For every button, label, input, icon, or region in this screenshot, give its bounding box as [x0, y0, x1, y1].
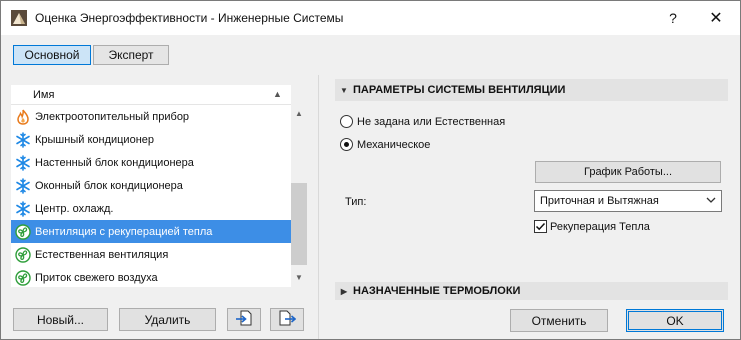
list-item[interactable]: Приток свежего воздуха: [11, 266, 291, 289]
new-button-label: Новый...: [36, 312, 85, 327]
snowflake-icon: [15, 200, 31, 217]
close-button[interactable]: ✕: [696, 1, 736, 35]
type-label: Тип:: [345, 196, 367, 208]
scroll-up-icon[interactable]: ▲: [291, 105, 307, 121]
radio-mechanical[interactable]: Механическое: [340, 138, 430, 151]
thermal-blocks-section-header[interactable]: ▶ НАЗНАЧЕННЫЕ ТЕРМОБЛОКИ: [335, 282, 728, 300]
fan-icon: [15, 269, 31, 286]
list-item[interactable]: Естественная вентиляция: [11, 243, 291, 266]
list-header-name: Имя: [33, 89, 55, 101]
radio-mechanical-label: Механическое: [357, 138, 431, 151]
ventilation-section-header[interactable]: ▼ ПАРАМЕТРЫ СИСТЕМЫ ВЕНТИЛЯЦИИ: [335, 79, 728, 101]
expand-right-icon: ▶: [340, 286, 348, 296]
list-item-label: Приток свежего воздуха: [35, 271, 158, 284]
schedule-button-label: График Работы...: [583, 166, 673, 178]
delete-button-label: Удалить: [144, 312, 191, 327]
radio-none-natural[interactable]: Не задана или Естественная: [340, 115, 505, 128]
type-select[interactable]: Приточная и Вытяжная: [534, 190, 722, 212]
delete-button[interactable]: Удалить: [119, 308, 216, 331]
sort-ascending-icon: ▲: [273, 89, 282, 99]
ventilation-section-title: ПАРАМЕТРЫ СИСТЕМЫ ВЕНТИЛЯЦИИ: [353, 84, 566, 96]
list-item-label: Вентиляция с рекуперацией тепла: [35, 225, 213, 238]
list-item[interactable]: Центр. охлажд.: [11, 197, 291, 220]
window-title: Оценка Энергоэффективности - Инженерные …: [35, 11, 344, 25]
list-item-label: Крышный кондиционер: [35, 133, 155, 146]
radio-none-label: Не задана или Естественная: [357, 115, 506, 128]
app-icon: [11, 10, 27, 26]
list-item-label: Естественная вентиляция: [35, 248, 169, 261]
scroll-down-icon[interactable]: ▼: [291, 269, 307, 285]
panel-divider: [318, 75, 319, 339]
list-item[interactable]: Оконный блок кондиционера: [11, 174, 291, 197]
cancel-button-label: Отменить: [531, 313, 587, 328]
list-item-label: Центр. охлажд.: [35, 202, 114, 215]
tab-basic-label: Основной: [24, 48, 80, 62]
list-header[interactable]: Имя ▲: [11, 85, 291, 105]
type-select-value: Приточная и Вытяжная: [540, 195, 659, 207]
tab-basic[interactable]: Основной: [13, 45, 91, 65]
ok-button[interactable]: OK: [626, 309, 724, 332]
snowflake-icon: [15, 154, 31, 171]
list-item[interactable]: Электроотопительный прибор: [11, 105, 291, 128]
dialog-window: Оценка Энергоэффективности - Инженерные …: [0, 0, 741, 340]
fan-icon: [15, 246, 31, 263]
heat-recovery-label: Рекуперация Тепла: [550, 220, 650, 233]
flame-icon: [15, 109, 31, 125]
chevron-down-icon: [706, 195, 716, 208]
list-scrollbar[interactable]: ▲ ▼: [291, 85, 307, 287]
collapse-down-icon: ▼: [340, 85, 348, 95]
list-item-label: Настенный блок кондиционера: [35, 156, 194, 169]
tab-expert[interactable]: Эксперт: [93, 45, 169, 65]
radio-none-indicator[interactable]: [340, 115, 353, 128]
help-button[interactable]: ?: [653, 1, 693, 35]
list-item[interactable]: Крышный кондиционер: [11, 128, 291, 151]
snowflake-icon: [15, 131, 31, 148]
ok-button-label: OK: [666, 313, 684, 328]
list-item-label: Оконный блок кондиционера: [35, 179, 183, 192]
cancel-button[interactable]: Отменить: [510, 309, 608, 332]
fan-icon: [15, 223, 31, 240]
schedule-button[interactable]: График Работы...: [535, 161, 721, 183]
list-item[interactable]: Настенный блок кондиционера: [11, 151, 291, 174]
list-rows: Электроотопительный прибор Крышный конди…: [11, 105, 291, 289]
snowflake-icon: [15, 177, 31, 194]
import-button[interactable]: [227, 308, 261, 331]
scroll-thumb[interactable]: [291, 183, 307, 265]
heat-recovery-checkbox-row[interactable]: Рекуперация Тепла: [534, 220, 650, 233]
systems-list: Имя ▲ Электроотопительный прибор Крышный…: [11, 85, 307, 287]
new-button[interactable]: Новый...: [13, 308, 108, 331]
list-item-selected[interactable]: Вентиляция с рекуперацией тепла: [11, 220, 291, 243]
export-icon: [278, 309, 297, 330]
tab-expert-label: Эксперт: [108, 48, 154, 62]
export-button[interactable]: [270, 308, 304, 331]
import-icon: [235, 309, 253, 330]
heat-recovery-checkbox[interactable]: [534, 220, 547, 233]
radio-mechanical-indicator[interactable]: [340, 138, 353, 151]
thermal-blocks-section-title: НАЗНАЧЕННЫЕ ТЕРМОБЛОКИ: [353, 285, 521, 297]
title-bar: Оценка Энергоэффективности - Инженерные …: [1, 1, 740, 35]
list-item-label: Электроотопительный прибор: [35, 110, 190, 123]
